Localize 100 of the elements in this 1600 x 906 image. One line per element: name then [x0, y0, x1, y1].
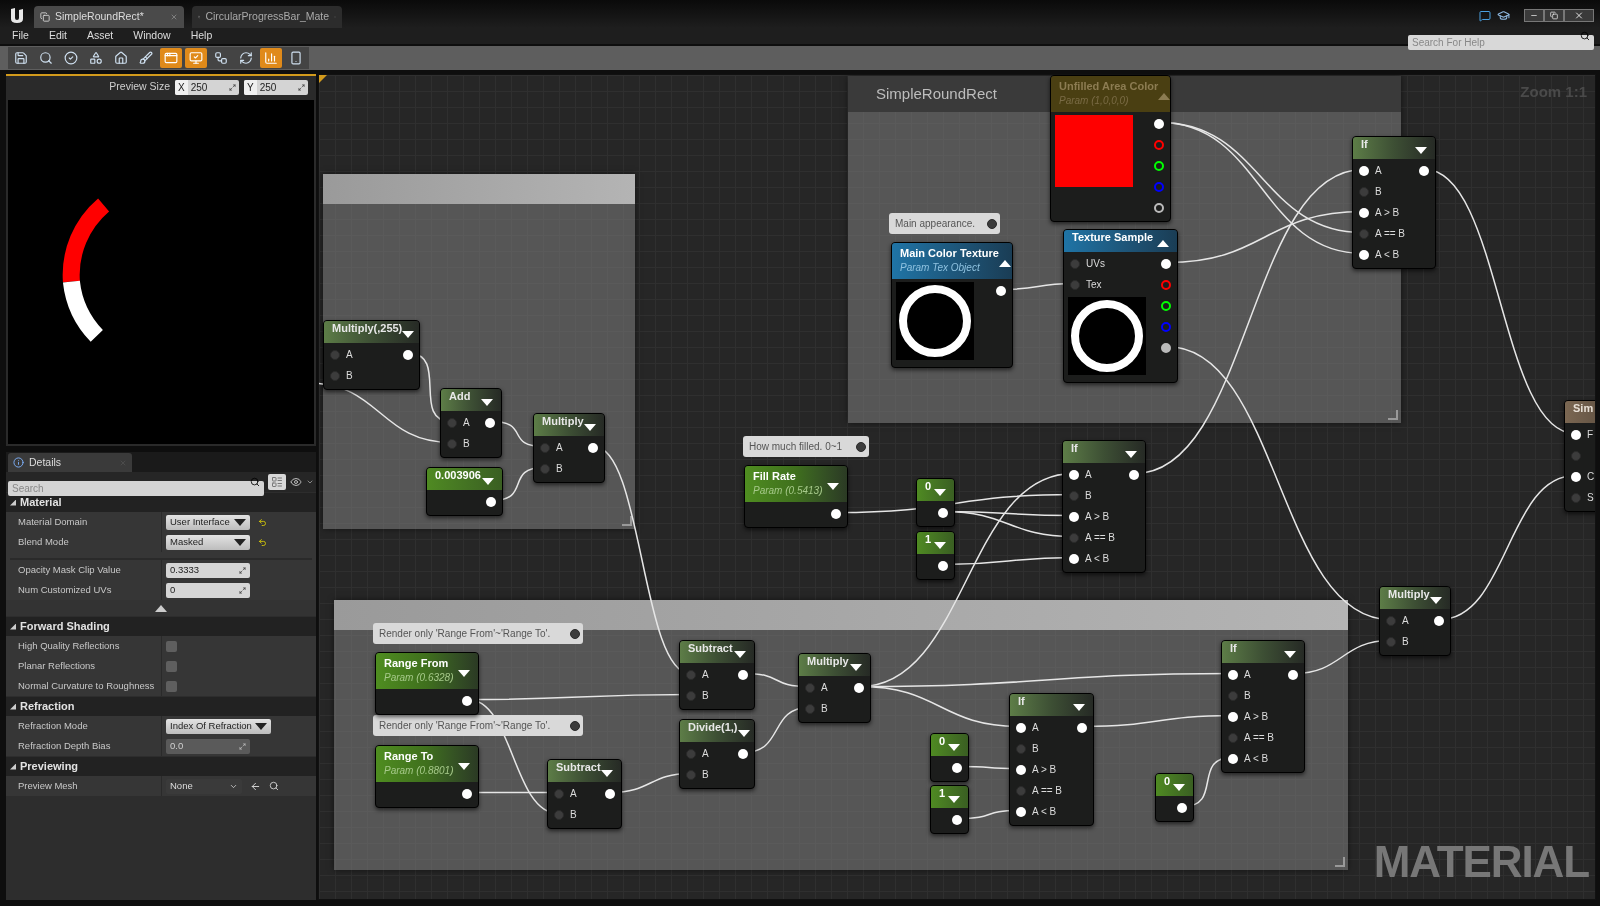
- graph-node[interactable]: Divide(1,) A B: [679, 719, 755, 789]
- pin-icon[interactable]: [1228, 669, 1238, 680]
- number-field[interactable]: Y 250: [244, 79, 308, 95]
- graph-node[interactable]: 0: [930, 733, 969, 782]
- checkbox[interactable]: [166, 640, 177, 652]
- graph-node[interactable]: Multiply(,255) A B: [323, 320, 420, 390]
- pin-icon[interactable]: [462, 695, 472, 706]
- eye-icon[interactable]: [290, 476, 302, 488]
- pin-icon[interactable]: [1177, 802, 1187, 813]
- graph-node[interactable]: If A B A > B A == B A < B: [1009, 693, 1094, 826]
- section-header[interactable]: Refraction: [6, 697, 316, 716]
- pin-icon[interactable]: [486, 496, 496, 507]
- pin-icon[interactable]: [1571, 471, 1581, 482]
- number-field[interactable]: X 250: [175, 79, 239, 95]
- search-field[interactable]: Search: [8, 480, 264, 496]
- section-header[interactable]: Forward Shading: [6, 617, 316, 636]
- reset-icon[interactable]: [258, 517, 267, 527]
- close-icon[interactable]: [1564, 9, 1594, 22]
- pin-icon[interactable]: [952, 762, 962, 773]
- comment-bubble[interactable]: Render only 'Range From'~'Range To'.: [373, 715, 583, 736]
- pin-icon[interactable]: [856, 441, 866, 452]
- graph-node[interactable]: Multiply A B: [533, 413, 605, 483]
- details-tab[interactable]: Details: [8, 453, 132, 472]
- preview-viewport[interactable]: [6, 98, 316, 446]
- pin-icon[interactable]: [1571, 429, 1581, 440]
- graph-node[interactable]: Add A B: [440, 388, 502, 458]
- graph-node[interactable]: Texture Sample UVs Tex: [1063, 229, 1178, 383]
- dropdown-arrow-icon[interactable]: [234, 518, 246, 526]
- pin-icon[interactable]: [1154, 118, 1164, 129]
- document-tab[interactable]: SimpleRoundRect*: [34, 6, 184, 28]
- dropdown[interactable]: Masked: [166, 534, 250, 550]
- graph-node[interactable]: Multiply A B: [798, 653, 871, 723]
- pin-icon[interactable]: [588, 442, 598, 453]
- graph-node[interactable]: 1: [916, 531, 955, 580]
- pin-icon[interactable]: [485, 417, 495, 428]
- pin-icon[interactable]: [1359, 249, 1369, 260]
- pin-icon[interactable]: [987, 218, 997, 229]
- pin-icon[interactable]: [831, 508, 841, 519]
- graph-node[interactable]: If A B A > B A == B A < B: [1352, 136, 1436, 269]
- monitor-check-icon[interactable]: [185, 48, 207, 68]
- pin-icon[interactable]: [1161, 258, 1171, 269]
- logo-icon[interactable]: [8, 6, 26, 24]
- pin-icon[interactable]: [1359, 165, 1369, 176]
- pin-icon[interactable]: [1161, 342, 1171, 353]
- graph-node[interactable]: Sim F C S: [1564, 400, 1595, 512]
- resize-handle-icon[interactable]: [622, 516, 632, 526]
- pin-icon[interactable]: [1419, 165, 1429, 176]
- view-options-icon[interactable]: [268, 474, 286, 490]
- bar-chart-icon[interactable]: [260, 48, 282, 68]
- graph-node[interactable]: If A B A > B A == B A < B: [1221, 640, 1305, 773]
- resize-handle-icon[interactable]: [1335, 857, 1345, 867]
- dropdown[interactable]: User Interface: [166, 514, 250, 530]
- graph-node[interactable]: 0: [916, 478, 955, 527]
- dropdown[interactable]: None: [166, 778, 242, 794]
- pin-icon[interactable]: [1228, 753, 1238, 764]
- menu-item[interactable]: Asset: [87, 28, 114, 44]
- menu-item[interactable]: Edit: [48, 28, 67, 44]
- menu-item[interactable]: Window: [133, 28, 171, 44]
- number-field[interactable]: 0: [166, 582, 250, 598]
- pin-icon[interactable]: [1069, 469, 1079, 480]
- document-tab[interactable]: CircularProgressBar_Mate: [192, 6, 342, 28]
- pin-icon[interactable]: [952, 814, 962, 825]
- pin-icon[interactable]: [462, 788, 472, 799]
- pin-icon[interactable]: [403, 349, 413, 360]
- pin-icon[interactable]: [1154, 202, 1164, 213]
- restore-icon[interactable]: [1544, 9, 1564, 22]
- pin-icon[interactable]: [738, 748, 748, 759]
- graph-node[interactable]: Multiply A B: [1379, 586, 1451, 656]
- graph-node[interactable]: Range To Param (0.8801): [375, 745, 479, 808]
- reset-icon[interactable]: [258, 537, 267, 547]
- pin-icon[interactable]: [996, 285, 1006, 296]
- resize-handle-icon[interactable]: [1388, 410, 1398, 420]
- preview-toggle-icon[interactable]: [1158, 93, 1170, 100]
- pin-icon[interactable]: [1016, 764, 1026, 775]
- pin-icon[interactable]: [854, 682, 864, 693]
- dropdown-arrow-icon[interactable]: [254, 722, 267, 730]
- menu-item[interactable]: Help: [190, 28, 213, 44]
- pin-icon[interactable]: [1069, 511, 1079, 522]
- pin-icon[interactable]: [1077, 722, 1087, 733]
- browse-icon[interactable]: [269, 781, 279, 791]
- number-field[interactable]: 0.3333: [166, 562, 250, 578]
- graph-node[interactable]: Range From Param (0.6328): [375, 652, 479, 715]
- use-selected-icon[interactable]: [250, 780, 261, 792]
- pin-icon[interactable]: [1016, 806, 1026, 817]
- graph-node[interactable]: Subtract A B: [547, 759, 622, 829]
- pin-icon[interactable]: [1129, 469, 1139, 480]
- pin-icon[interactable]: [1359, 207, 1369, 218]
- section-header[interactable]: Previewing: [6, 757, 316, 776]
- dropdown-arrow-icon[interactable]: [234, 538, 246, 546]
- minimize-icon[interactable]: [1524, 9, 1544, 22]
- pin-icon[interactable]: [1016, 722, 1026, 733]
- pin-icon[interactable]: [605, 788, 615, 799]
- chat-icon[interactable]: [1479, 9, 1491, 22]
- window-icon[interactable]: [160, 48, 182, 68]
- pin-icon[interactable]: [1434, 615, 1444, 626]
- graph-node[interactable]: Main Color Texture Param Tex Object: [891, 242, 1013, 368]
- graduation-cap-icon[interactable]: [1497, 9, 1510, 22]
- graph-node[interactable]: Subtract A B: [679, 640, 755, 710]
- material-graph[interactable]: [318, 74, 1596, 900]
- graph-node[interactable]: 0: [1155, 773, 1194, 822]
